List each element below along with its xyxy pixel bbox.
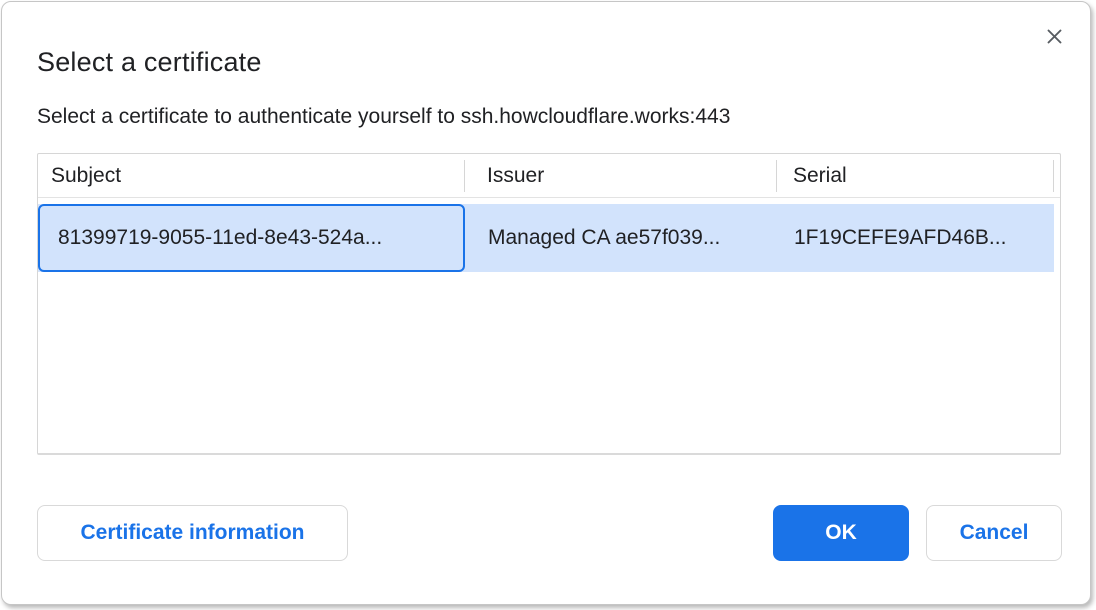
issuer-value: Managed CA ae57f039... (488, 226, 720, 250)
certificate-list: 81399719-9055-11ed-8e43-524a... Managed … (38, 204, 1060, 455)
subject-value: 81399719-9055-11ed-8e43-524a... (58, 226, 382, 250)
certificate-row-selected[interactable]: 81399719-9055-11ed-8e43-524a... Managed … (38, 204, 1054, 272)
column-header-label: Serial (793, 164, 847, 188)
cell-subject[interactable]: 81399719-9055-11ed-8e43-524a... (38, 204, 465, 272)
select-certificate-dialog: Select a certificate Select a certificat… (1, 1, 1091, 605)
column-header-subject: Subject (38, 154, 464, 197)
ok-button[interactable]: OK (773, 505, 909, 561)
cancel-button[interactable]: Cancel (926, 505, 1062, 561)
cell-serial[interactable]: 1F19CEFE9AFD46B... (777, 204, 1054, 272)
column-header-label: Issuer (487, 164, 544, 188)
scrollbar-gutter (1054, 154, 1060, 197)
dialog-title: Select a certificate (37, 46, 262, 78)
column-header-label: Subject (51, 164, 121, 188)
close-button[interactable] (1040, 22, 1068, 50)
table-header-row: Subject Issuer Serial (38, 154, 1060, 198)
dialog-subtitle: Select a certificate to authenticate you… (37, 103, 730, 131)
close-icon (1046, 28, 1063, 45)
cell-issuer[interactable]: Managed CA ae57f039... (465, 204, 777, 272)
certificate-table: Subject Issuer Serial 81399719-9055-11ed… (37, 153, 1061, 455)
screen: Select a certificate Select a certificat… (0, 0, 1096, 610)
serial-value: 1F19CEFE9AFD46B... (794, 226, 1006, 250)
column-header-serial: Serial (777, 154, 1053, 197)
certificate-information-button[interactable]: Certificate information (37, 505, 348, 561)
column-header-issuer: Issuer (465, 154, 776, 197)
